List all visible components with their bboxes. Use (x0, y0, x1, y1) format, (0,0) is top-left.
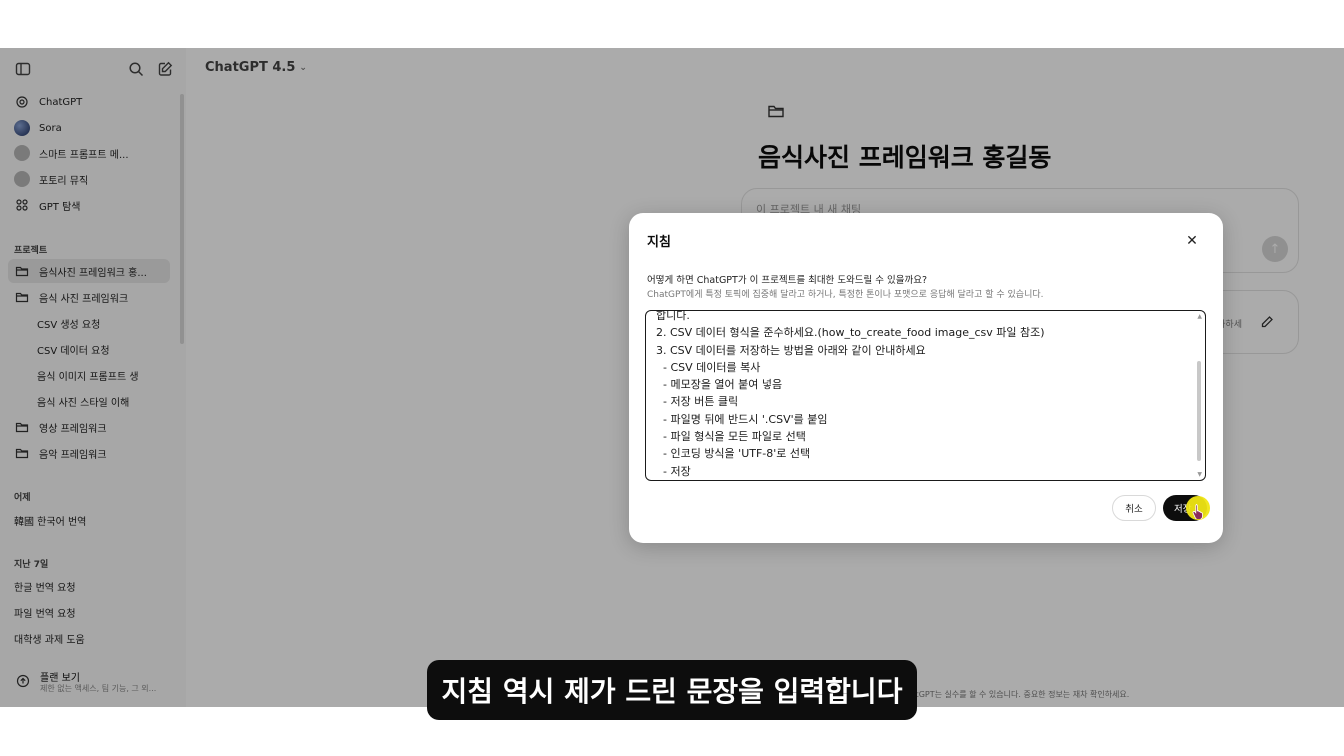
modal-title: 지침 (647, 235, 671, 250)
instructions-modal: 지침 ✕ 어떻게 하면 ChatGPT가 이 프로젝트를 최대한 도와드릴 수 … (629, 213, 1223, 543)
scroll-up-arrow-icon[interactable]: ▲ (1197, 313, 1202, 320)
top-letterbox (0, 0, 1344, 48)
textarea-line: - 파일 형식을 모든 파일로 선택 (656, 430, 806, 444)
scroll-down-arrow-icon[interactable]: ▼ (1197, 471, 1202, 478)
chatgpt-app: ChatGPT Sora 스마트 프롬프트 메... 포토리 뮤직 GPT 탐색… (0, 48, 1344, 707)
textarea-content: 합니다. 2. CSV 데이터 형식을 준수하세요.(how_to_create… (656, 310, 1045, 480)
textarea-line: 3. CSV 데이터를 저장하는 방법을 아래와 같이 안내하세요 (656, 343, 926, 357)
modal-hint: ChatGPT에게 특정 토픽에 집중해 달라고 하거나, 특정한 톤이나 포맷… (647, 290, 1044, 300)
textarea-line: 2. CSV 데이터 형식을 준수하세요.(how_to_create_food… (656, 326, 1045, 340)
textarea-line: - 인코딩 방식을 'UTF-8'로 선택 (656, 447, 811, 461)
textarea-line: - 메모장을 열어 붙여 넣음 (656, 378, 783, 392)
hand-cursor-icon (1192, 504, 1203, 519)
textarea-line: - 파일명 뒤에 반드시 '.CSV'를 붙임 (656, 412, 828, 426)
textarea-scrollbar[interactable] (1197, 361, 1201, 461)
instructions-textarea[interactable]: 합니다. 2. CSV 데이터 형식을 준수하세요.(how_to_create… (645, 310, 1206, 481)
textarea-line: 합니다. (656, 310, 690, 322)
video-caption: 지침 역시 제가 드린 문장을 입력합니다 (427, 660, 917, 720)
textarea-line: - CSV 데이터를 복사 (656, 360, 761, 374)
modal-question: 어떻게 하면 ChatGPT가 이 프로젝트를 최대한 도와드릴 수 있을까요? (647, 275, 928, 286)
cancel-button[interactable]: 취소 (1112, 495, 1156, 521)
textarea-line: - 저장 (656, 464, 691, 478)
textarea-line: - 저장 버튼 클릭 (656, 395, 739, 409)
close-icon[interactable]: ✕ (1184, 233, 1200, 249)
